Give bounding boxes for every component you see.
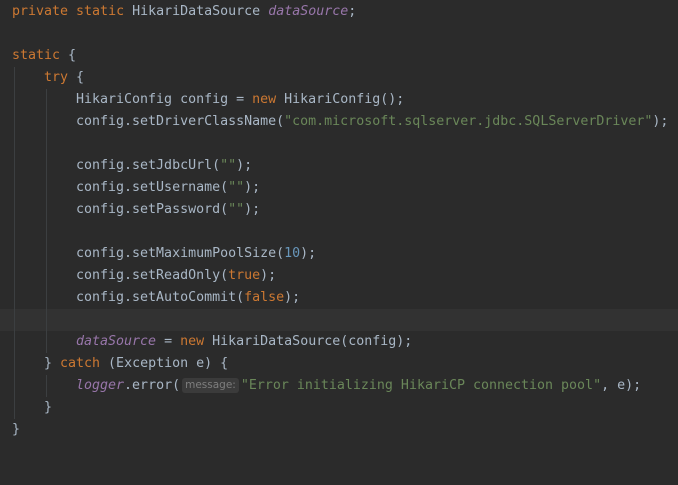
punctuation: { [68, 70, 85, 85]
indent-guide [46, 221, 47, 243]
code-line-15-current[interactable] [0, 309, 678, 331]
type-name: HikariDataSource [132, 4, 269, 19]
indent-guide [14, 243, 15, 265]
string-literal: "com.microsoft.sqlserver.jdbc.SQLServerD… [284, 114, 653, 129]
code-text: ); [284, 290, 301, 305]
indent-guide [46, 199, 47, 221]
code-text: HikariConfig(); [276, 92, 405, 107]
code-text: config.setReadOnly( [76, 268, 229, 283]
code-text: ); [244, 202, 261, 217]
code-text: config.setMaximumPoolSize( [76, 246, 285, 261]
indent-guide [46, 155, 47, 177]
code-text: HikariConfig config = [76, 92, 253, 107]
indent-guide [14, 397, 15, 419]
code-line-3[interactable]: static { [0, 45, 678, 67]
code-line-17[interactable]: } catch (Exception e) { [0, 353, 678, 375]
closing-brace: } [44, 400, 53, 415]
indent-guide [46, 89, 47, 111]
code-text: config.setAutoCommit( [76, 290, 245, 305]
indent-guide [46, 331, 47, 353]
number-literal: 10 [284, 246, 301, 261]
field-name: dataSource [268, 4, 349, 19]
code-line-8[interactable]: config.setJdbcUrl(""); [0, 155, 678, 177]
code-text: HikariDataSource(config); [204, 334, 413, 349]
code-text: = [156, 334, 181, 349]
indent-guide [14, 265, 15, 287]
code-editor[interactable]: private static HikariDataSource dataSour… [0, 0, 678, 443]
string-literal: "" [228, 180, 245, 195]
indent-guide [14, 375, 15, 397]
indent-guide [14, 221, 15, 243]
code-text: .error( [124, 378, 181, 393]
indent-guide [14, 67, 15, 89]
keyword: false [244, 290, 285, 305]
indent-guide [14, 133, 15, 155]
code-line-11[interactable] [0, 221, 678, 243]
code-line-4[interactable]: try { [0, 67, 678, 89]
code-line-12[interactable]: config.setMaximumPoolSize(10); [0, 243, 678, 265]
indent-guide [14, 287, 15, 309]
string-literal: "Error initializing HikariCP connection … [240, 378, 602, 393]
punctuation: ; [348, 4, 357, 19]
keyword: try [44, 70, 69, 85]
indent-guide [14, 199, 15, 221]
indent-guide [46, 111, 47, 133]
indent-guide [14, 309, 15, 331]
code-text: config.setPassword( [76, 202, 229, 217]
code-line-19[interactable]: } [0, 397, 678, 419]
indent-guide [14, 177, 15, 199]
keyword: true [228, 268, 261, 283]
indent-guide [14, 89, 15, 111]
code-text: } [44, 356, 61, 371]
code-text: , e); [601, 378, 642, 393]
code-line-10[interactable]: config.setPassword(""); [0, 199, 678, 221]
string-literal: "" [220, 158, 237, 173]
indent-guide [14, 155, 15, 177]
field-name: logger [76, 378, 125, 393]
punctuation: { [60, 48, 77, 63]
code-line-6[interactable]: config.setDriverClassName("com.microsoft… [0, 111, 678, 133]
code-text: ); [260, 268, 277, 283]
indent-guide [14, 331, 15, 353]
code-line-7[interactable] [0, 133, 678, 155]
code-line-9[interactable]: config.setUsername(""); [0, 177, 678, 199]
indent-guide [46, 177, 47, 199]
keyword: new [180, 334, 205, 349]
parameter-hint: message: [182, 378, 239, 393]
string-literal: "" [228, 202, 245, 217]
code-line-20[interactable]: } [0, 419, 678, 441]
code-text: ); [652, 114, 669, 129]
code-line-2[interactable] [0, 23, 678, 45]
indent-guide [46, 287, 47, 309]
code-line-16[interactable]: dataSource = new HikariDataSource(config… [0, 331, 678, 353]
indent-guide [46, 243, 47, 265]
code-text: ); [300, 246, 317, 261]
code-text: config.setJdbcUrl( [76, 158, 221, 173]
code-line-18[interactable]: logger.error(message: "Error initializing… [0, 375, 678, 397]
code-line-13[interactable]: config.setReadOnly(true); [0, 265, 678, 287]
code-line-14[interactable]: config.setAutoCommit(false); [0, 287, 678, 309]
field-name: dataSource [76, 334, 157, 349]
keyword: static [12, 48, 61, 63]
code-text: ); [244, 180, 261, 195]
indent-guide [14, 111, 15, 133]
indent-guide [14, 353, 15, 375]
keyword: catch [60, 356, 101, 371]
code-line-1[interactable]: private static HikariDataSource dataSour… [0, 1, 678, 23]
code-line-5[interactable]: HikariConfig config = new HikariConfig()… [0, 89, 678, 111]
indent-guide [46, 375, 47, 397]
indent-guide [46, 265, 47, 287]
keyword: new [252, 92, 277, 107]
code-text: (Exception e) { [100, 356, 229, 371]
indent-guide [46, 309, 47, 331]
keyword: private static [12, 4, 133, 19]
indent-guide [46, 133, 47, 155]
closing-brace: } [12, 422, 21, 437]
code-text: config.setUsername( [76, 180, 229, 195]
code-text: config.setDriverClassName( [76, 114, 285, 129]
code-text: ); [236, 158, 253, 173]
